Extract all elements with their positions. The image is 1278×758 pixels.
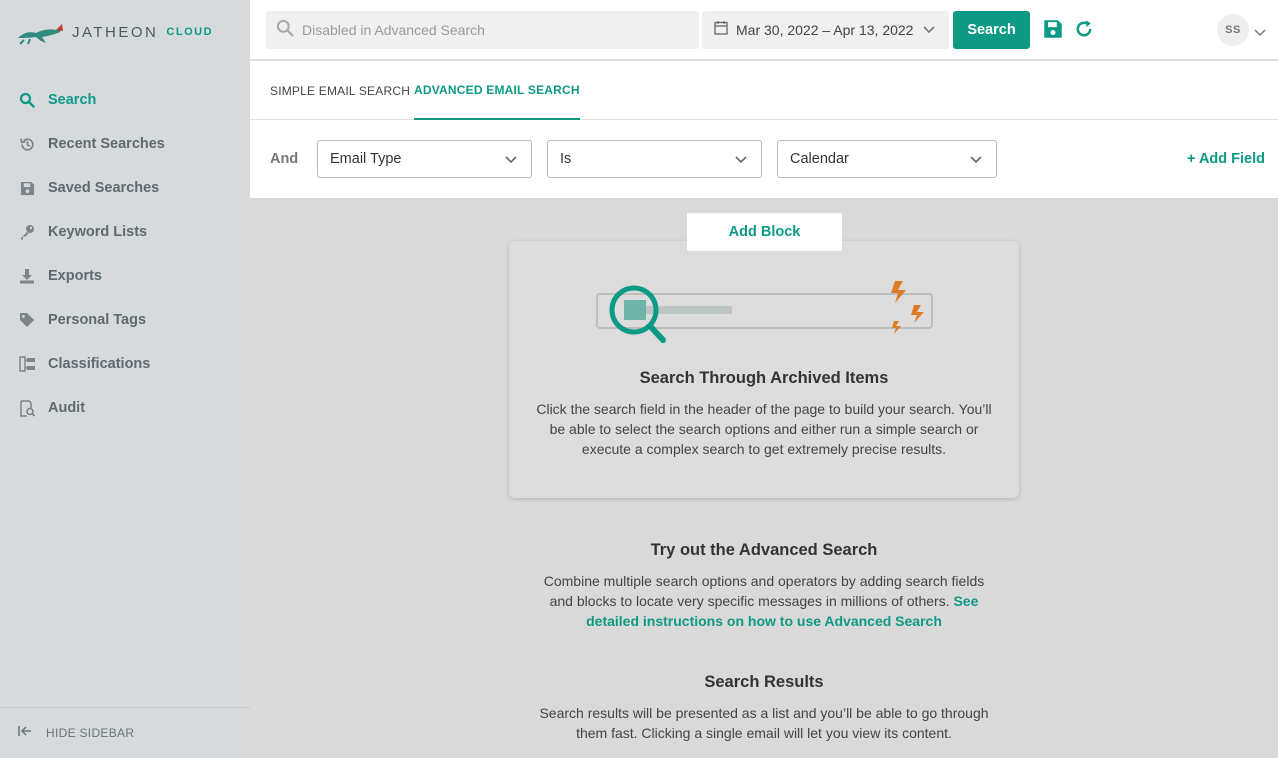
sidebar-item-search[interactable]: Search	[0, 78, 250, 122]
chevron-down-icon	[505, 152, 517, 168]
brand-suffix: CLOUD	[166, 26, 214, 38]
sidebar-nav: Search Recent Searches Saved Searches Ke…	[0, 78, 250, 430]
sidebar-item-recent-searches[interactable]: Recent Searches	[0, 122, 250, 166]
brand-name: JATHEON	[72, 23, 159, 41]
lizard-logo-icon	[18, 24, 63, 45]
field-select-value: Email Type	[330, 151, 402, 167]
logo[interactable]: JATHEON CLOUD	[16, 16, 213, 48]
card-title: Search Through Archived Items	[639, 369, 889, 387]
card-body: Click the search field in the header of …	[536, 401, 992, 457]
tab-simple-email-search[interactable]: SIMPLE EMAIL SEARCH	[270, 61, 410, 120]
sidebar-item-personal-tags[interactable]: Personal Tags	[0, 298, 250, 342]
sidebar-item-exports[interactable]: Exports	[0, 254, 250, 298]
audit-icon	[18, 399, 36, 417]
tag-icon	[18, 311, 36, 329]
sidebar-item-audit[interactable]: Audit	[0, 386, 250, 430]
sidebar-item-label: Personal Tags	[48, 312, 147, 328]
date-range-value: Mar 30, 2022 – Apr 13, 2022	[736, 22, 914, 38]
advanced-search-body: Combine multiple search options and oper…	[534, 571, 994, 631]
download-icon	[18, 267, 36, 285]
refresh-icon[interactable]	[1074, 19, 1096, 41]
sidebar-item-label: Saved Searches	[48, 180, 160, 196]
condition-select-value: Is	[560, 151, 572, 167]
key-icon	[18, 223, 36, 241]
search-input[interactable]	[302, 22, 682, 38]
search-tabs: SIMPLE EMAIL SEARCH ADVANCED EMAIL SEARC…	[250, 61, 1278, 120]
hide-sidebar-label: HIDE SIDEBAR	[46, 726, 135, 740]
search-button[interactable]: Search	[953, 11, 1030, 49]
calendar-icon	[714, 20, 728, 40]
sidebar-item-keyword-lists[interactable]: Keyword Lists	[0, 210, 250, 254]
chevron-down-icon[interactable]	[1254, 24, 1266, 42]
advanced-search-title: Try out the Advanced Search	[650, 541, 878, 559]
sidebar-item-label: Keyword Lists	[48, 224, 148, 240]
top-header: Mar 30, 2022 – Apr 13, 2022 Search SS	[250, 0, 1278, 60]
date-range-picker[interactable]: Mar 30, 2022 – Apr 13, 2022	[702, 11, 949, 49]
search-illustration-icon	[596, 281, 933, 343]
criteria-row: And Email Type Is Calendar + Add Field	[250, 120, 1278, 198]
info-card: Search Through Archived Items Click the …	[509, 241, 1019, 498]
tab-advanced-email-search[interactable]: ADVANCED EMAIL SEARCH	[414, 61, 580, 120]
condition-select[interactable]: Is	[547, 140, 762, 178]
save-icon	[18, 179, 36, 197]
search-icon	[276, 19, 294, 42]
value-select-value: Calendar	[790, 151, 849, 167]
value-select[interactable]: Calendar	[777, 140, 997, 178]
history-icon	[18, 135, 36, 153]
chevron-down-icon	[735, 152, 747, 168]
avatar[interactable]: SS	[1217, 14, 1249, 46]
sidebar-item-label: Exports	[48, 268, 102, 284]
add-block-button[interactable]: Add Block	[687, 213, 842, 251]
chevron-down-icon	[970, 152, 982, 168]
main-content: Add Block Search Through Archived Items …	[250, 198, 1278, 758]
field-select[interactable]: Email Type	[317, 140, 532, 178]
hide-sidebar-button[interactable]: HIDE SIDEBAR	[0, 707, 250, 758]
chevron-down-icon	[923, 21, 936, 39]
sidebar-item-label: Recent Searches	[48, 136, 165, 152]
add-field-link[interactable]: + Add Field	[1187, 151, 1265, 167]
search-box[interactable]	[266, 11, 699, 49]
save-search-icon[interactable]	[1043, 19, 1065, 41]
search-results-title: Search Results	[704, 673, 824, 691]
search-results-body: Search results will be presented as a li…	[539, 705, 989, 741]
sidebar-item-saved-searches[interactable]: Saved Searches	[0, 166, 250, 210]
sidebar-item-label: Search	[48, 92, 97, 108]
classification-icon	[18, 355, 36, 373]
sidebar-item-label: Audit	[48, 400, 86, 416]
search-icon	[18, 91, 36, 109]
sidebar-item-classifications[interactable]: Classifications	[0, 342, 250, 386]
collapse-left-icon	[18, 724, 32, 742]
operator-label[interactable]: And	[270, 151, 298, 167]
sidebar: JATHEON CLOUD Search Recent Searches Sav…	[0, 0, 250, 758]
advanced-search-text: Combine multiple search options and oper…	[543, 573, 985, 609]
sidebar-item-label: Classifications	[48, 356, 151, 372]
